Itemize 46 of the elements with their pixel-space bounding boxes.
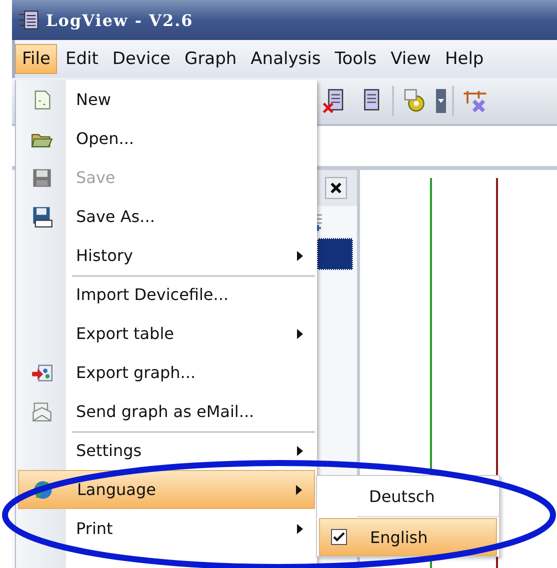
- app-icon: [18, 9, 40, 31]
- menu-item[interactable]: History: [18, 236, 315, 275]
- selected-row[interactable]: [317, 238, 353, 270]
- menu-item[interactable]: Open...: [18, 119, 315, 158]
- submenu-arrow-icon: [297, 250, 303, 260]
- close-icon[interactable]: [325, 177, 347, 199]
- menu-item[interactable]: Language: [18, 470, 315, 509]
- menu-item[interactable]: File: [15, 44, 58, 74]
- menu-item[interactable]: View: [384, 45, 437, 73]
- menu-label: Send graph as eMail...: [76, 402, 256, 421]
- menu-label: Language: [77, 480, 157, 499]
- menu-item[interactable]: Export graph...: [18, 353, 315, 392]
- menu-item[interactable]: Edit: [59, 45, 104, 73]
- menu-item[interactable]: Deutsch: [319, 477, 497, 515]
- submenu-arrow-icon: [297, 524, 303, 534]
- menu-label: Open...: [76, 129, 135, 148]
- menu-item[interactable]: Analysis: [244, 45, 327, 73]
- dropdown-icon[interactable]: [436, 89, 446, 113]
- menu-label: Import Devicefile...: [76, 285, 230, 304]
- menu-label: History: [76, 246, 134, 265]
- menu-item[interactable]: Send graph as eMail...: [18, 392, 315, 431]
- menu-label: Save: [76, 168, 116, 187]
- menu-item[interactable]: Graph: [178, 45, 243, 73]
- window-title: LogView - V2.6: [46, 10, 194, 30]
- submenu-arrow-icon: [296, 484, 302, 494]
- menu-item[interactable]: Device: [106, 45, 177, 73]
- menu-label: Print: [76, 519, 114, 538]
- submenu-arrow-icon: [297, 328, 303, 338]
- submenu-arrow-icon: [297, 446, 303, 456]
- menu-label: Export table: [76, 324, 175, 343]
- menu-item[interactable]: New: [18, 80, 315, 119]
- globe-icon: [32, 478, 54, 500]
- envelope-icon: [31, 400, 53, 422]
- menu-item[interactable]: Print: [18, 509, 315, 548]
- menu-label: Deutsch: [369, 486, 435, 506]
- menu-item[interactable]: Save As...: [18, 197, 315, 236]
- menu-label: Settings: [76, 441, 143, 460]
- menu-item[interactable]: English: [319, 518, 497, 556]
- menu-item[interactable]: Help: [438, 45, 490, 73]
- floppy-disk-icon: [31, 206, 53, 228]
- menu-label: Save As...: [76, 207, 156, 226]
- menu-label: English: [370, 528, 428, 546]
- menu-label: Export graph...: [76, 363, 197, 382]
- menu-label: New: [76, 90, 112, 109]
- menu-item[interactable]: Export table: [18, 314, 315, 353]
- menu-item[interactable]: Tools: [328, 45, 383, 73]
